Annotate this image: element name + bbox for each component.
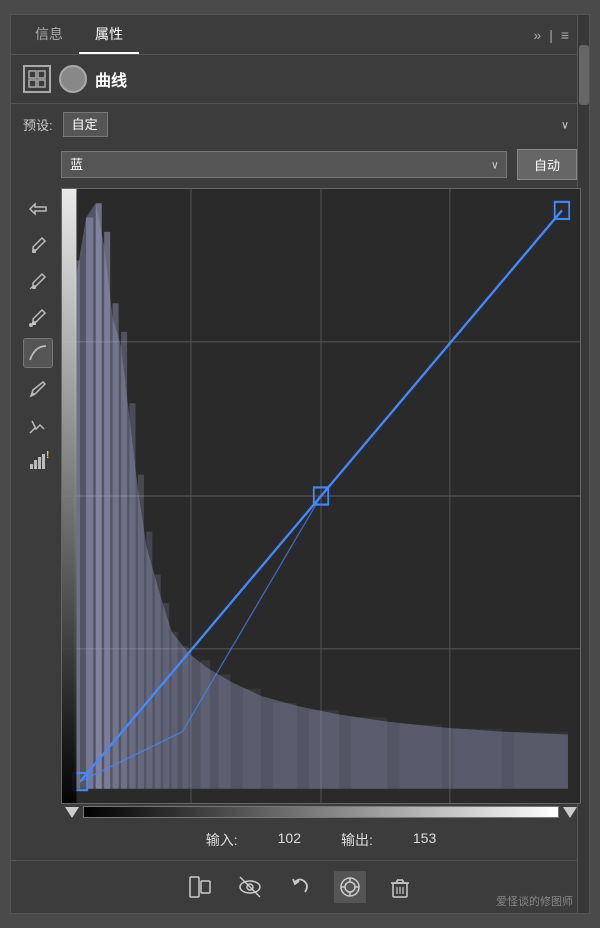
menu-icon[interactable]: ≡ [561, 27, 569, 43]
preset-select[interactable]: 自定 [63, 112, 108, 137]
trash-icon[interactable] [384, 871, 416, 903]
output-value: 153 [413, 830, 436, 850]
watermark: 爱怪谈的修图师 [496, 893, 573, 909]
preset-label: 预设: [23, 115, 53, 134]
eyedropper2-tool[interactable] [23, 266, 53, 296]
curve-area: 输入: 102 输出: 153 [61, 188, 581, 860]
header-row: 曲线 [11, 55, 589, 104]
undo-icon[interactable] [284, 871, 316, 903]
channel-select-wrap: 蓝 [61, 151, 507, 178]
smooth-tool[interactable] [23, 410, 53, 440]
auto-button[interactable]: 自动 [517, 149, 577, 180]
curve-tool[interactable] [23, 338, 53, 368]
channel-select[interactable]: 蓝 [61, 151, 507, 178]
tab-bar: 信息 属性 » | ≡ [11, 15, 589, 55]
slider-track[interactable] [83, 806, 559, 818]
view-toggle-icon[interactable] [334, 871, 366, 903]
divider-icon: | [549, 27, 553, 43]
curve-svg [62, 189, 580, 803]
slider-row [61, 804, 581, 820]
channel-row: 蓝 自动 [11, 145, 589, 188]
tab-properties[interactable]: 属性 [79, 16, 139, 54]
pencil-tool[interactable] [23, 374, 53, 404]
adjust-tool[interactable] [23, 194, 53, 224]
right-triangle[interactable] [563, 807, 577, 818]
grid-icon[interactable] [23, 65, 51, 93]
input-value: 102 [278, 830, 301, 850]
eyedropper1-tool[interactable] [23, 230, 53, 260]
histogram-warning-tool[interactable]: ! [23, 446, 53, 476]
scrollbar-thumb[interactable] [579, 45, 589, 105]
input-label: 输入: [206, 830, 238, 850]
properties-panel: 信息 属性 » | ≡ 曲线 预设: 自定 [10, 14, 590, 914]
eye-icon[interactable] [234, 871, 266, 903]
preset-row: 预设: 自定 [11, 104, 589, 145]
preset-select-wrap: 自定 [63, 112, 577, 137]
tab-info[interactable]: 信息 [19, 16, 79, 54]
clip-icon[interactable] [184, 871, 216, 903]
tab-icons: » | ≡ [533, 27, 569, 43]
expand-icon[interactable]: » [533, 27, 541, 43]
tools-column: ! [19, 188, 57, 860]
circle-icon[interactable] [59, 65, 87, 93]
svg-text:!: ! [46, 450, 49, 461]
left-triangle[interactable] [65, 807, 79, 818]
curve-canvas[interactable] [61, 188, 581, 804]
io-row: 输入: 102 输出: 153 [61, 820, 581, 860]
panel-title: 曲线 [95, 67, 127, 91]
output-label: 输出: [341, 830, 373, 850]
eyedropper3-tool[interactable] [23, 302, 53, 332]
main-content: ! [11, 188, 589, 860]
